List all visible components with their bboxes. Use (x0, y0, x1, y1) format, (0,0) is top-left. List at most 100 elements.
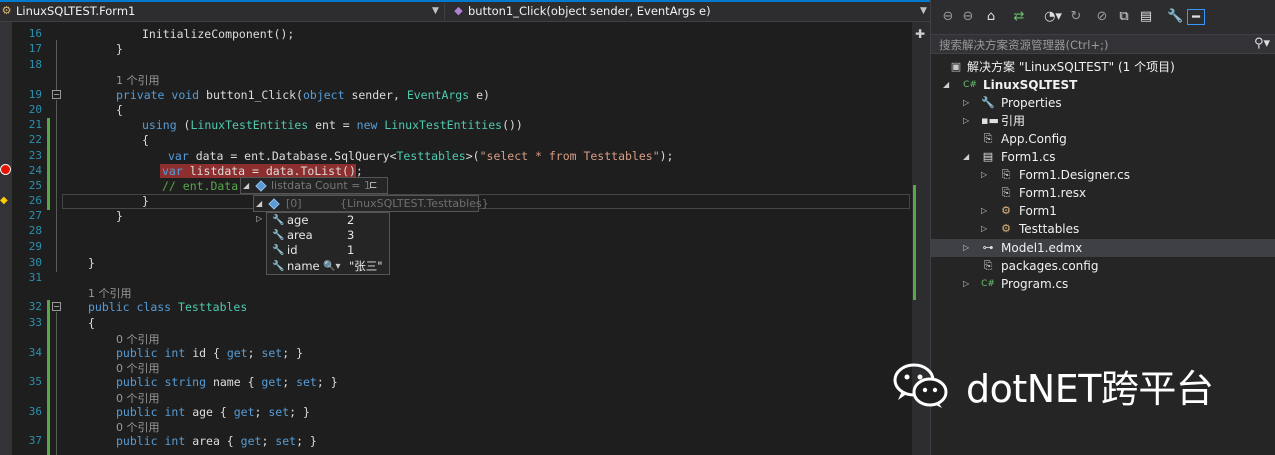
collapse-triangle-icon[interactable]: ◢ (256, 196, 262, 211)
collapse-all-icon[interactable]: ⧉ (1117, 9, 1131, 25)
properties-icon[interactable]: 🔧 (1167, 9, 1183, 25)
code-text: ; } (289, 405, 310, 419)
code-line[interactable]: public class Testtables (88, 300, 247, 314)
method-icon: ◆ (454, 4, 463, 17)
expanded-icon[interactable]: ◢ (963, 148, 969, 166)
codelens-reference[interactable]: 0 个引用 (116, 419, 160, 435)
code-line[interactable]: private void button1_Click(object sender… (116, 88, 490, 102)
datatip-item-0[interactable]: ◢ [0] {LinuxSQLTEST.Testtables} (253, 195, 489, 212)
line-number: 30 (28, 256, 42, 269)
breakpoint-icon[interactable] (0, 164, 11, 175)
chevron-down-icon[interactable]: ▼ (920, 3, 927, 20)
codelens-reference[interactable]: 1 个引用 (116, 72, 160, 88)
wechat-logo-icon (893, 363, 948, 408)
code-line[interactable]: var data = ent.Database.SqlQuery<Testtab… (168, 149, 673, 163)
indicator-margin[interactable] (0, 22, 12, 455)
member-value[interactable]: 1 (347, 243, 354, 258)
code-text: ; (282, 375, 297, 389)
resource-file-icon: ⎘ (1001, 186, 1011, 199)
home-icon[interactable]: ⌂ (983, 9, 999, 25)
collapse-toggle[interactable]: − (52, 90, 61, 99)
code-text: sender, (344, 88, 407, 102)
code-line[interactable]: InitializeComponent(); (142, 27, 294, 41)
datatip-member-row[interactable]: 🔧 id 1 (267, 243, 389, 258)
codelens-reference[interactable]: 1 个引用 (88, 285, 132, 301)
expand-triangle-icon[interactable]: ▷ (256, 214, 262, 223)
class-dropdown[interactable]: ⚙ LinuxSQLTEST.Form1 ▼ (0, 3, 445, 20)
datatip-member-row[interactable]: 🔧 area 3 (267, 228, 389, 243)
collapse-toggle[interactable]: − (52, 302, 61, 311)
code-text: e) (469, 88, 490, 102)
pending-changes-icon[interactable]: ◔▾ (1043, 9, 1063, 25)
collapsed-icon[interactable]: ▷ (963, 112, 969, 130)
code-editor[interactable]: ⚙ LinuxSQLTEST.Form1 ▼ ◆ button1_Click(o… (0, 0, 930, 455)
code-line[interactable]: } (88, 256, 95, 270)
codelens-reference[interactable]: 0 个引用 (116, 390, 160, 406)
datatip-member-row[interactable]: 🔧 name 🔍▾ "张三" (267, 259, 389, 274)
line-number: 37 (28, 434, 42, 447)
codelens-reference[interactable]: 0 个引用 (116, 331, 160, 347)
code-text: ); (659, 149, 674, 163)
solution-search[interactable]: ⚲▾ (931, 34, 1275, 54)
preview-selected-icon[interactable]: ━ (1187, 9, 1205, 25)
pin-icon[interactable]: ⊏ (369, 178, 377, 193)
csharp-file-icon: C# (981, 279, 995, 289)
code-line[interactable]: public string name { get; set; } (116, 375, 338, 389)
code-line[interactable]: { (88, 316, 95, 330)
forward-icon[interactable]: ⊖ (961, 9, 975, 25)
navigation-bar: ⚙ LinuxSQLTEST.Form1 ▼ ◆ button1_Click(o… (0, 0, 930, 22)
search-input[interactable] (939, 37, 1249, 53)
code-text: area { (185, 434, 241, 448)
back-icon[interactable]: ⊖ (941, 9, 955, 25)
datatip-value: {LinuxSQLTEST.Testtables} (340, 197, 489, 210)
type-name: LinuxTestEntities (384, 118, 503, 132)
code-line[interactable]: var listdata = data.ToList(); (162, 164, 363, 178)
sync-icon[interactable]: ⇄ (1011, 9, 1027, 25)
member-value[interactable]: "张三" (349, 259, 383, 274)
code-line[interactable]: public int age { get; set; } (116, 405, 310, 419)
code-line[interactable]: public int id { get; set; } (116, 346, 303, 360)
keyword: private (116, 88, 165, 102)
tree-item-label: Form1.Designer.cs (1019, 168, 1130, 182)
chevron-down-icon[interactable]: ▼ (432, 3, 439, 20)
change-indicator (47, 118, 50, 210)
show-all-files-icon[interactable]: ▤ (1139, 9, 1153, 25)
wrench-icon: 🔧 (272, 230, 285, 241)
collapse-triangle-icon[interactable]: ◢ (243, 178, 249, 193)
code-line[interactable]: } (142, 194, 149, 208)
member-value[interactable]: 2 (347, 213, 354, 228)
collapsed-icon[interactable]: ▷ (963, 94, 969, 112)
collapsed-icon[interactable]: ▷ (981, 202, 987, 220)
datatip-member-row[interactable]: 🔧 age 2 (267, 213, 389, 228)
code-line[interactable]: } (116, 209, 123, 223)
collapsed-icon[interactable]: ▷ (981, 220, 987, 238)
wrench-icon: 🔧 (272, 261, 285, 272)
collapsed-icon[interactable]: ▷ (963, 239, 969, 257)
code-line[interactable]: } (116, 42, 123, 56)
expanded-icon[interactable]: ◢ (943, 76, 949, 94)
wechat-watermark: dotNET跨平台 (892, 356, 1242, 416)
line-number: 21 (28, 118, 42, 131)
form-icon: ▤ (982, 150, 994, 163)
split-window-icon[interactable]: ✚ (914, 28, 926, 40)
magnifier-icon[interactable]: 🔍▾ (323, 259, 340, 274)
member-dropdown[interactable]: ◆ button1_Click(object sender, EventArgs… (452, 3, 930, 20)
line-number: 23 (28, 149, 42, 162)
search-icon[interactable]: ⚲▾ (1254, 36, 1270, 51)
refresh-icon[interactable]: ↻ (1069, 9, 1083, 25)
member-value[interactable]: 3 (347, 228, 354, 243)
line-number: 26 (28, 194, 42, 207)
code-line[interactable]: { (142, 133, 149, 147)
code-line[interactable]: using (LinuxTestEntities ent = new Linux… (142, 118, 523, 132)
code-line[interactable]: public int area { get; set; } (116, 434, 317, 448)
collapsed-icon[interactable]: ▷ (981, 166, 987, 184)
code-line[interactable]: { (116, 103, 123, 117)
datatip-listdata[interactable]: ◢ listdata Count = 1 ⊏ (240, 177, 388, 194)
keyword: get (261, 375, 283, 389)
solution-icon: ▣ (950, 60, 962, 73)
stop-icon[interactable]: ⊘ (1095, 9, 1109, 25)
comment-line[interactable]: // ent.Data (162, 179, 238, 193)
collapsed-icon[interactable]: ▷ (963, 275, 969, 293)
tree-item-label: Form1.resx (1019, 186, 1087, 200)
codelens-reference[interactable]: 0 个引用 (116, 360, 160, 376)
